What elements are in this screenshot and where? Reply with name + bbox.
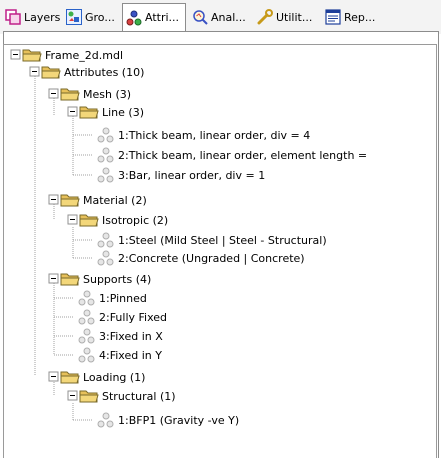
tree-leaf-structural-1[interactable]: 1:BFP1 (Gravity -ve Y) xyxy=(95,410,239,430)
tree-node-label: Supports (4) xyxy=(83,272,152,286)
attribute-item-icon xyxy=(78,309,95,325)
tree-node-structural[interactable]: Structural (1) xyxy=(79,386,176,406)
tab-layers-label: Layers xyxy=(24,10,61,24)
folder-open-icon xyxy=(60,371,80,384)
tree-leaf-support-1[interactable]: 1:Pinned xyxy=(76,288,147,308)
utilities-icon xyxy=(257,9,273,25)
reports-icon xyxy=(325,9,341,25)
tree-leaf-line-2[interactable]: 2:Thick beam, linear order, element leng… xyxy=(95,145,367,165)
tree-node-label: 2:Thick beam, linear order, element leng… xyxy=(118,148,368,162)
tab-groups[interactable]: Gro... xyxy=(63,6,121,28)
tab-bar: Layers Gro... Attri... Anal... Utilit...… xyxy=(0,0,441,34)
attribute-item-icon xyxy=(78,347,95,363)
folder-open-icon xyxy=(60,194,80,207)
attribute-tree: Frame_2d.mdl Attributes (10) Mesh (3) Li… xyxy=(3,44,437,458)
tree-node-label: 2:Concrete (Ungraded | Concrete) xyxy=(118,251,305,265)
tree-node-label: 3:Bar, linear order, div = 1 xyxy=(118,168,266,182)
tree-node-label: Loading (1) xyxy=(83,370,146,384)
tree-node-mesh[interactable]: Mesh (3) xyxy=(60,84,131,104)
tree-node-label: 1:BFP1 (Gravity -ve Y) xyxy=(118,413,240,427)
tree-node-loading[interactable]: Loading (1) xyxy=(60,367,145,387)
attribute-item-icon xyxy=(97,127,114,143)
tab-reports-label: Rep... xyxy=(344,10,376,24)
tree-node-label: 1:Pinned xyxy=(99,291,147,305)
folder-open-icon xyxy=(79,390,99,403)
attribute-item-icon xyxy=(78,290,95,306)
tab-groups-label: Gro... xyxy=(85,10,115,24)
folder-open-icon xyxy=(41,66,61,79)
folder-open-icon xyxy=(60,273,80,286)
tree-leaf-support-4[interactable]: 4:Fixed in Y xyxy=(76,345,162,365)
tree-node-label: Material (2) xyxy=(83,193,147,207)
tree-node-label: Line (3) xyxy=(102,105,145,119)
attribute-item-icon xyxy=(97,412,114,428)
tree-node-label: Isotropic (2) xyxy=(102,213,169,227)
tree-node-line[interactable]: Line (3) xyxy=(79,102,144,122)
layers-icon xyxy=(5,9,21,25)
tree-leaf-support-2[interactable]: 2:Fully Fixed xyxy=(76,307,167,327)
tab-reports[interactable]: Rep... xyxy=(322,6,388,28)
tree-node-label: Frame_2d.mdl xyxy=(45,48,124,62)
groups-icon xyxy=(66,9,82,25)
attribute-item-icon xyxy=(97,250,114,266)
tab-attributes[interactable]: Attri... xyxy=(122,3,186,31)
folder-open-icon xyxy=(79,106,99,119)
tree-node-isotropic[interactable]: Isotropic (2) xyxy=(79,210,168,230)
tree-node-material[interactable]: Material (2) xyxy=(60,190,147,210)
attribute-item-icon xyxy=(97,147,114,163)
tree-node-label: Structural (1) xyxy=(102,389,176,403)
tree-node-label: 2:Fully Fixed xyxy=(99,310,168,324)
tree-leaf-line-3[interactable]: 3:Bar, linear order, div = 1 xyxy=(95,165,265,185)
tree-leaf-line-1[interactable]: 1:Thick beam, linear order, div = 4 xyxy=(95,125,310,145)
attribute-item-icon xyxy=(97,232,114,248)
tree-node-label: Mesh (3) xyxy=(83,87,132,101)
tree-leaf-isotropic-2[interactable]: 2:Concrete (Ungraded | Concrete) xyxy=(95,248,305,268)
folder-open-icon xyxy=(60,88,80,101)
tree-node-supports[interactable]: Supports (4) xyxy=(60,269,151,289)
tree-node-label: 1:Steel (Mild Steel | Steel - Structural… xyxy=(118,233,327,247)
attributes-icon xyxy=(126,10,142,25)
tree-leaf-support-3[interactable]: 3:Fixed in X xyxy=(76,326,163,346)
tree-leaf-isotropic-1[interactable]: 1:Steel (Mild Steel | Steel - Structural… xyxy=(95,230,327,250)
tree-node-label: Attributes (10) xyxy=(64,65,145,79)
tab-utilities[interactable]: Utilit... xyxy=(254,6,320,28)
folder-open-icon xyxy=(22,49,42,62)
tree-node-label: 4:Fixed in Y xyxy=(99,348,162,362)
attribute-item-icon xyxy=(78,328,95,344)
tree-node-label: 3:Fixed in X xyxy=(99,329,163,343)
tab-analysis[interactable]: Anal... xyxy=(189,6,253,28)
tab-utilities-label: Utilit... xyxy=(276,10,313,24)
tab-layers[interactable]: Layers xyxy=(2,6,62,28)
tab-attributes-label: Attri... xyxy=(145,11,180,24)
analysis-icon xyxy=(193,10,208,25)
tree-node-label: 1:Thick beam, linear order, div = 4 xyxy=(118,128,311,142)
folder-open-icon xyxy=(79,214,99,227)
tab-analysis-label: Anal... xyxy=(211,10,246,24)
tree-node-attributes[interactable]: Attributes (10) xyxy=(41,62,144,82)
attribute-item-icon xyxy=(97,167,114,183)
